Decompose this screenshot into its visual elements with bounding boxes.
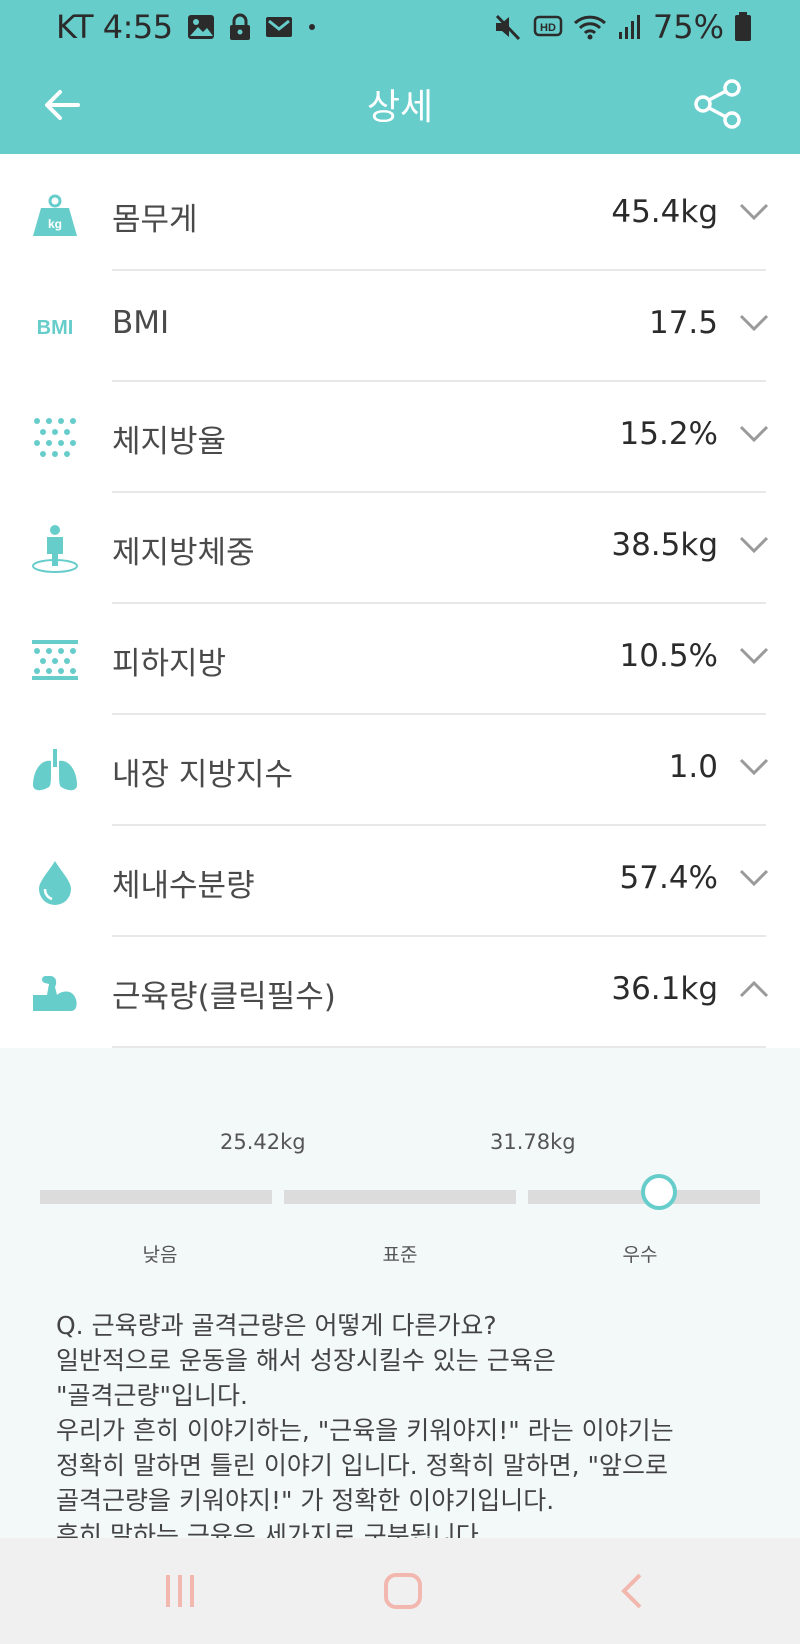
metric-label: 체내수분량 bbox=[112, 868, 255, 904]
system-nav-bar bbox=[0, 1538, 800, 1644]
metric-value: 36.1kg bbox=[611, 971, 718, 1007]
metric-value: 57.4% bbox=[619, 860, 718, 896]
metric-value: 1.0 bbox=[668, 749, 718, 785]
status-bar: KT 4:55 HD 75% bbox=[0, 0, 800, 56]
chevron-down-icon[interactable] bbox=[738, 755, 770, 779]
svg-text:HD: HD bbox=[540, 22, 556, 34]
lock-icon bbox=[229, 13, 251, 41]
lean-mass-icon bbox=[30, 524, 80, 574]
battery-icon bbox=[734, 12, 752, 42]
dot-icon bbox=[307, 22, 317, 32]
metric-row-body-fat[interactable]: 체지방율 15.2% bbox=[0, 382, 800, 493]
level-standard: 표준 bbox=[382, 1244, 418, 1266]
svg-text:kg: kg bbox=[48, 217, 62, 231]
metric-row-body-water[interactable]: 체내수분량 57.4% bbox=[0, 826, 800, 937]
metric-row-visceral-fat[interactable]: 내장 지방지수 1.0 bbox=[0, 715, 800, 826]
metric-value: 38.5kg bbox=[611, 527, 718, 563]
description-line: "골격근량"입니다. bbox=[56, 1381, 248, 1410]
mail-icon bbox=[265, 16, 293, 38]
metric-label: 내장 지방지수 bbox=[112, 757, 293, 793]
level-high: 우수 bbox=[622, 1244, 658, 1266]
subcutaneous-fat-icon bbox=[30, 635, 80, 685]
wifi-icon bbox=[573, 13, 607, 41]
bmi-icon: BMI bbox=[30, 302, 80, 352]
scale-marker bbox=[641, 1174, 678, 1210]
page-title: 상세 bbox=[366, 87, 434, 128]
muscle-detail-panel: 25.42kg 31.78kg 낮음 표준 우수 Q. 근육량과 골격근량은 어… bbox=[0, 1048, 800, 1538]
chevron-down-icon[interactable] bbox=[738, 200, 770, 224]
back-icon[interactable] bbox=[612, 1571, 652, 1611]
scale-segment-low bbox=[40, 1190, 272, 1204]
description-line: Q. 근육량과 골격근량은 어떻게 다른가요? bbox=[56, 1311, 497, 1340]
metric-row-bmi[interactable]: BMI BMI 17.5 bbox=[0, 271, 800, 382]
metric-row-weight[interactable]: kg 몸무게 45.4kg bbox=[0, 160, 800, 271]
level-scale bbox=[40, 1174, 760, 1210]
lungs-icon bbox=[30, 746, 80, 796]
chevron-down-icon[interactable] bbox=[738, 422, 770, 446]
body-fat-icon bbox=[30, 413, 80, 463]
metric-label: 제지방체중 bbox=[112, 535, 255, 571]
description-line: 골격근량을 키워야지!" 가 정확한 이야기입니다. bbox=[56, 1486, 555, 1515]
hd-icon: HD bbox=[533, 14, 563, 40]
metric-row-subcutaneous-fat[interactable]: 피하지방 10.5% bbox=[0, 604, 800, 715]
level-low: 낮음 bbox=[142, 1244, 178, 1266]
description-line: 우리가 흔히 이야기하는, "근육을 키워야지!" 라는 이야기는 bbox=[56, 1416, 674, 1445]
weight-icon: kg bbox=[30, 191, 80, 241]
description-line: 일반적으로 운동을 해서 성장시킬수 있는 근육은 bbox=[56, 1346, 556, 1375]
share-icon[interactable] bbox=[692, 78, 744, 130]
metric-label: 피하지방 bbox=[112, 646, 227, 682]
metric-value: 45.4kg bbox=[611, 194, 718, 230]
metric-label: BMI bbox=[112, 305, 170, 341]
muscle-icon bbox=[30, 968, 80, 1018]
description-line: 정확히 말하면 틀린 이야기 입니다. 정확히 말하면, "앞으로 bbox=[56, 1451, 669, 1480]
chevron-down-icon[interactable] bbox=[738, 533, 770, 557]
metric-value: 17.5 bbox=[648, 305, 718, 341]
battery-percent: 75% bbox=[652, 8, 724, 46]
metric-label: 근육량(클릭필수) bbox=[112, 979, 336, 1015]
threshold-standard-high: 31.78kg bbox=[490, 1130, 576, 1154]
chevron-up-icon[interactable] bbox=[738, 977, 770, 1001]
muscle-description: Q. 근육량과 골격근량은 어떻게 다른가요? 일반적으로 운동을 해서 성장시… bbox=[56, 1308, 756, 1538]
carrier-time: KT 4:55 bbox=[56, 8, 173, 46]
metric-value: 15.2% bbox=[619, 416, 718, 452]
app-bar: 상세 bbox=[0, 56, 800, 154]
recent-apps-icon[interactable] bbox=[160, 1571, 200, 1611]
chevron-down-icon[interactable] bbox=[738, 644, 770, 668]
home-icon[interactable] bbox=[383, 1571, 423, 1611]
bmi-icon-text: BMI bbox=[37, 317, 74, 339]
description-line: 흔히 말하는 근육은 세가지로 구분됩니다 bbox=[56, 1521, 479, 1538]
metric-row-lean-mass[interactable]: 제지방체중 38.5kg bbox=[0, 493, 800, 604]
image-icon bbox=[187, 14, 215, 40]
metric-value: 10.5% bbox=[619, 638, 718, 674]
signal-icon bbox=[617, 14, 643, 40]
metric-label: 몸무게 bbox=[112, 202, 198, 238]
mute-icon bbox=[493, 13, 523, 41]
metric-row-muscle[interactable]: 근육량(클릭필수) 36.1kg bbox=[0, 937, 800, 1048]
chevron-down-icon[interactable] bbox=[738, 866, 770, 890]
water-drop-icon bbox=[30, 857, 80, 907]
metric-list: kg 몸무게 45.4kg BMI BMI 17.5 체지방율 15.2% 제지… bbox=[0, 160, 800, 1048]
scale-segment-standard bbox=[284, 1190, 516, 1204]
chevron-down-icon[interactable] bbox=[738, 311, 770, 335]
metric-label: 체지방율 bbox=[112, 424, 227, 460]
threshold-low-standard: 25.42kg bbox=[220, 1130, 306, 1154]
